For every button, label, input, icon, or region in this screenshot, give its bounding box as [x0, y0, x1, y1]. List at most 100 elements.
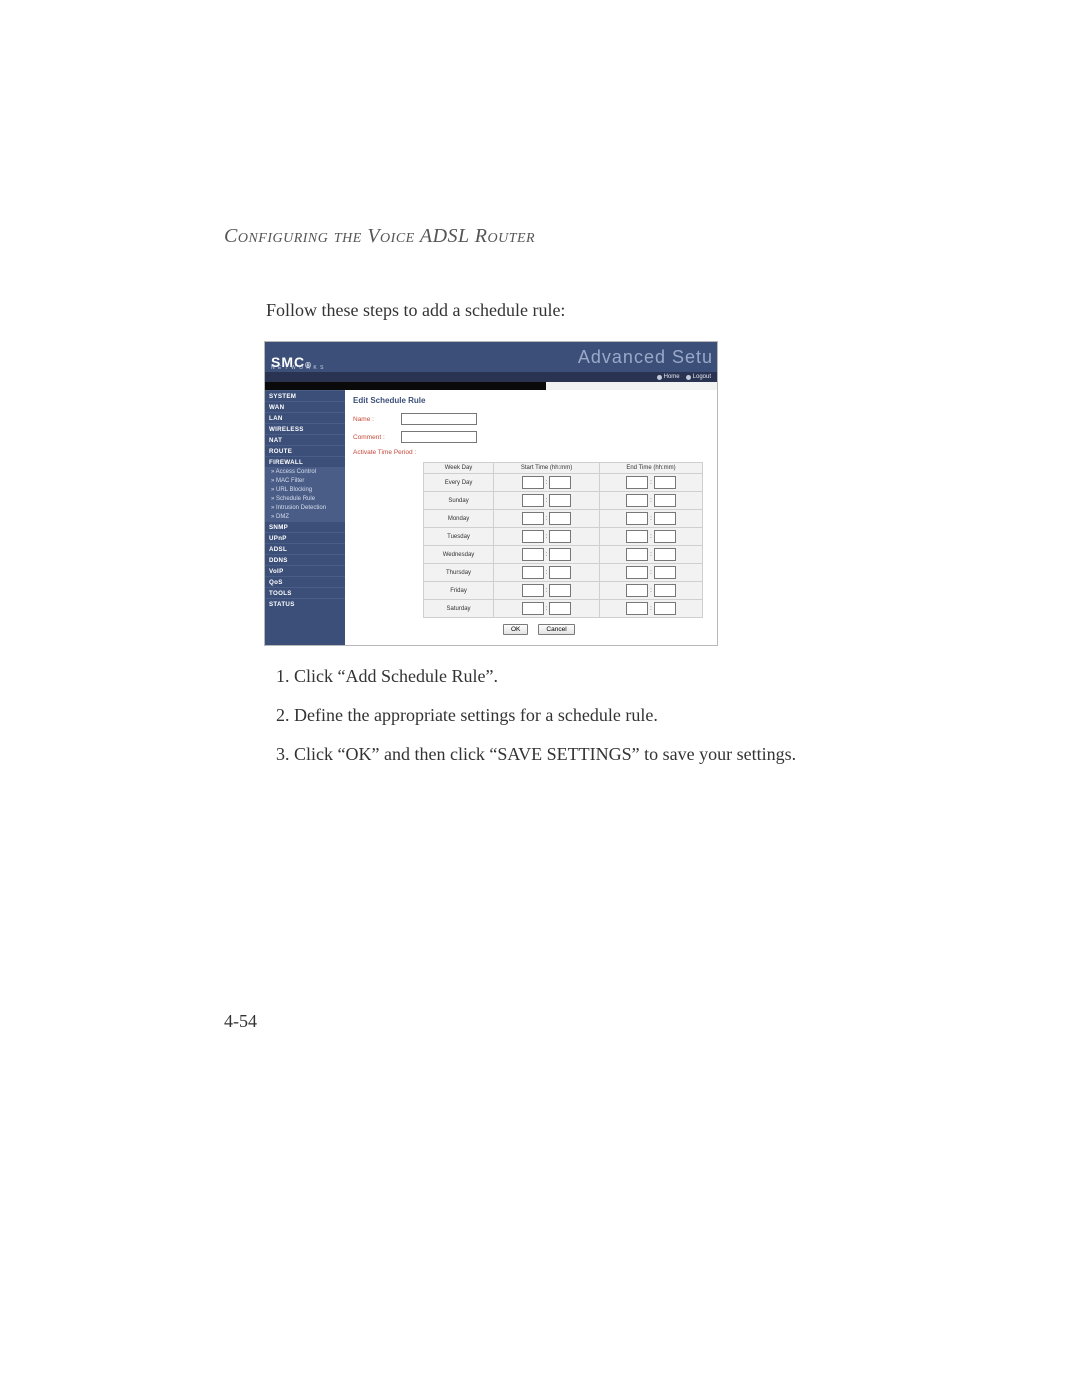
end-mm-input[interactable]	[654, 494, 676, 507]
colon: :	[650, 534, 652, 540]
start-hh-input[interactable]	[522, 584, 544, 597]
sidebar-item-0[interactable]: SYSTEM	[265, 390, 345, 401]
start-hh-input[interactable]	[522, 476, 544, 489]
end-hh-input[interactable]	[626, 530, 648, 543]
content-pane: Edit Schedule Rule Name : Comment : Acti…	[345, 390, 717, 645]
end-cell: :	[600, 546, 703, 564]
table-row: Tuesday::	[424, 528, 703, 546]
sidebar-item-9[interactable]: » URL Blocking	[265, 485, 345, 494]
end-hh-input[interactable]	[626, 566, 648, 579]
colon: :	[546, 516, 548, 522]
col-start: Start Time (hh:mm)	[494, 463, 600, 474]
step-3: Click “OK” and then click “SAVE SETTINGS…	[294, 742, 880, 767]
start-mm-input[interactable]	[549, 530, 571, 543]
start-hh-input[interactable]	[522, 566, 544, 579]
start-hh-input[interactable]	[522, 512, 544, 525]
logout-icon	[686, 375, 691, 380]
intro-text: Follow these steps to add a schedule rul…	[266, 300, 880, 321]
end-cell: :	[600, 528, 703, 546]
sidebar-item-19[interactable]: TOOLS	[265, 587, 345, 598]
home-link[interactable]: Home	[657, 374, 680, 380]
sidebar-item-11[interactable]: » Intrusion Detection	[265, 503, 345, 512]
sidebar-item-20[interactable]: STATUS	[265, 598, 345, 609]
day-cell: Every Day	[424, 474, 494, 492]
start-cell: :	[494, 600, 600, 618]
sidebar-item-8[interactable]: » MAC Filter	[265, 476, 345, 485]
content-title: Edit Schedule Rule	[353, 396, 709, 405]
start-hh-input[interactable]	[522, 602, 544, 615]
end-mm-input[interactable]	[654, 530, 676, 543]
home-label: Home	[664, 374, 680, 380]
end-mm-input[interactable]	[654, 584, 676, 597]
sidebar-item-3[interactable]: WIRELESS	[265, 423, 345, 434]
name-input[interactable]	[401, 413, 477, 425]
end-cell: :	[600, 474, 703, 492]
end-mm-input[interactable]	[654, 476, 676, 489]
divider-bar	[265, 382, 717, 390]
end-mm-input[interactable]	[654, 512, 676, 525]
activate-time-period-label: Activate Time Period :	[353, 449, 709, 456]
end-hh-input[interactable]	[626, 548, 648, 561]
day-cell: Thursday	[424, 564, 494, 582]
start-hh-input[interactable]	[522, 494, 544, 507]
colon: :	[546, 480, 548, 486]
page-header: Configuring the Voice ADSL Router	[224, 225, 880, 248]
start-mm-input[interactable]	[549, 602, 571, 615]
colon: :	[650, 570, 652, 576]
start-mm-input[interactable]	[549, 512, 571, 525]
end-cell: :	[600, 582, 703, 600]
sidebar-item-5[interactable]: ROUTE	[265, 445, 345, 456]
day-cell: Saturday	[424, 600, 494, 618]
end-hh-input[interactable]	[626, 512, 648, 525]
end-mm-input[interactable]	[654, 548, 676, 561]
sidebar-item-10[interactable]: » Schedule Rule	[265, 494, 345, 503]
sidebar-item-15[interactable]: ADSL	[265, 543, 345, 554]
day-cell: Tuesday	[424, 528, 494, 546]
sidebar-item-1[interactable]: WAN	[265, 401, 345, 412]
comment-input[interactable]	[401, 431, 477, 443]
end-mm-input[interactable]	[654, 602, 676, 615]
table-row: Monday::	[424, 510, 703, 528]
table-row: Sunday::	[424, 492, 703, 510]
sidebar-item-18[interactable]: QoS	[265, 576, 345, 587]
cancel-button[interactable]: Cancel	[538, 624, 574, 635]
sidebar-item-12[interactable]: » DMZ	[265, 512, 345, 521]
start-mm-input[interactable]	[549, 476, 571, 489]
start-mm-input[interactable]	[549, 548, 571, 561]
schedule-table: Week Day Start Time (hh:mm) End Time (hh…	[423, 462, 703, 618]
end-mm-input[interactable]	[654, 566, 676, 579]
end-hh-input[interactable]	[626, 584, 648, 597]
end-cell: :	[600, 492, 703, 510]
colon: :	[546, 588, 548, 594]
sidebar-item-13[interactable]: SNMP	[265, 521, 345, 532]
col-weekday: Week Day	[424, 463, 494, 474]
start-mm-input[interactable]	[549, 494, 571, 507]
sidebar-item-2[interactable]: LAN	[265, 412, 345, 423]
start-cell: :	[494, 474, 600, 492]
start-hh-input[interactable]	[522, 530, 544, 543]
sidebar-item-16[interactable]: DDNS	[265, 554, 345, 565]
start-hh-input[interactable]	[522, 548, 544, 561]
sidebar: SYSTEMWANLANWIRELESSNATROUTEFIREWALL» Ac…	[265, 390, 345, 645]
day-cell: Friday	[424, 582, 494, 600]
colon: :	[546, 606, 548, 612]
comment-label: Comment :	[353, 434, 397, 441]
day-cell: Wednesday	[424, 546, 494, 564]
logout-link[interactable]: Logout	[686, 374, 711, 380]
start-cell: :	[494, 492, 600, 510]
start-mm-input[interactable]	[549, 584, 571, 597]
colon: :	[650, 552, 652, 558]
sidebar-item-14[interactable]: UPnP	[265, 532, 345, 543]
end-hh-input[interactable]	[626, 494, 648, 507]
sidebar-item-4[interactable]: NAT	[265, 434, 345, 445]
sidebar-item-7[interactable]: » Access Control	[265, 467, 345, 476]
end-hh-input[interactable]	[626, 602, 648, 615]
sidebar-item-17[interactable]: VoIP	[265, 565, 345, 576]
table-row: Thursday::	[424, 564, 703, 582]
ok-button[interactable]: OK	[503, 624, 528, 635]
topbar: SMC® N E T W O R K S Advanced Setu	[265, 342, 717, 372]
sidebar-item-6[interactable]: FIREWALL	[265, 456, 345, 467]
colon: :	[546, 570, 548, 576]
end-hh-input[interactable]	[626, 476, 648, 489]
start-mm-input[interactable]	[549, 566, 571, 579]
